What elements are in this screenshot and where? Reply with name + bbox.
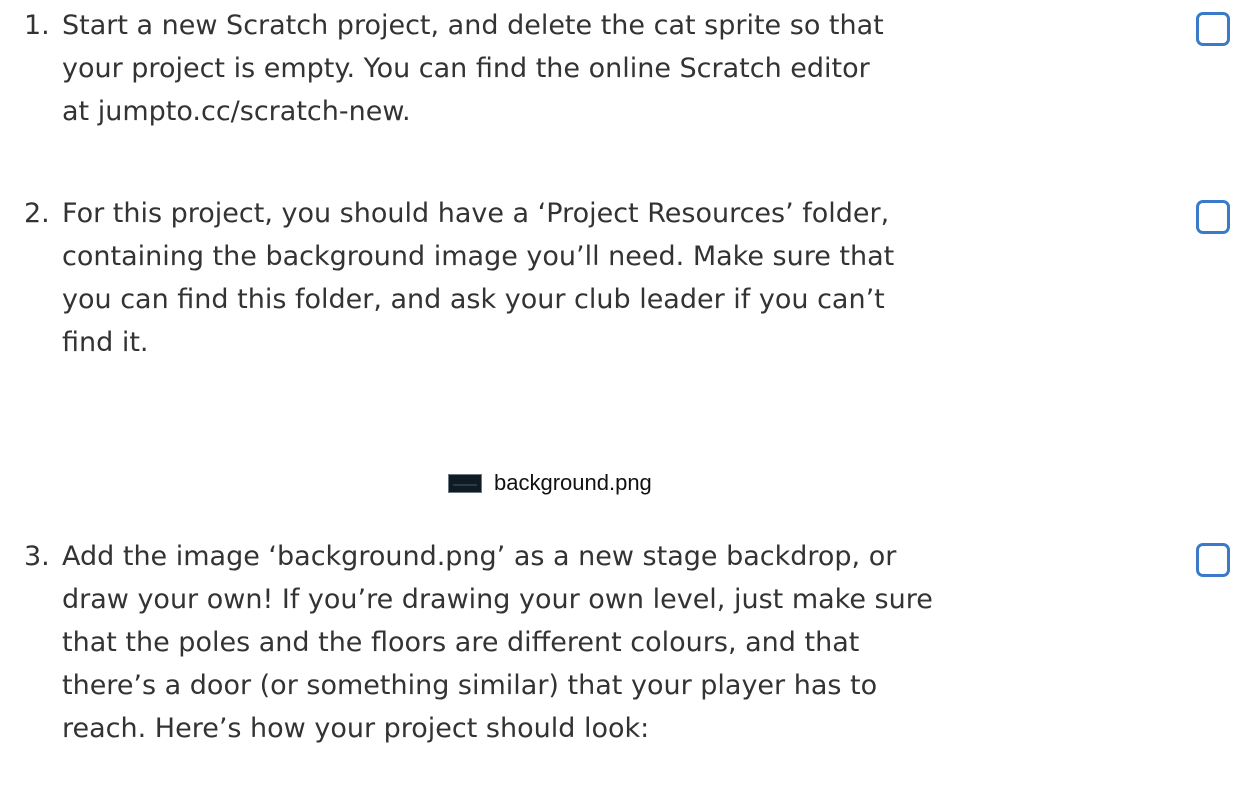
step-text-line: Add the image ‘background.png’ as a new … bbox=[62, 541, 897, 572]
step-number: 3. bbox=[24, 541, 50, 572]
step-text: Add the image ‘background.png’ as a new … bbox=[62, 535, 1102, 750]
step-text-line: there’s a door (or something similar) th… bbox=[62, 670, 878, 701]
step-text-line: at jumpto.cc/scratch-new. bbox=[62, 96, 411, 127]
step-text-line: draw your own! If you’re drawing your ow… bbox=[62, 584, 933, 615]
step-2-checkbox[interactable] bbox=[1196, 200, 1230, 234]
step-text-line: that the poles and the floors are differ… bbox=[62, 627, 860, 658]
step-3-checkbox[interactable] bbox=[1196, 543, 1230, 577]
step-text-line: find it. bbox=[62, 327, 149, 358]
step-text: For this project, you should have a ‘Pro… bbox=[62, 192, 1102, 364]
step-text-line: containing the background image you’ll n… bbox=[62, 241, 895, 272]
step-text-line: reach. Here’s how your project should lo… bbox=[62, 713, 650, 744]
step-number: 2. bbox=[24, 198, 50, 229]
step-text-line: For this project, you should have a ‘Pro… bbox=[62, 198, 890, 229]
image-file-icon bbox=[448, 473, 482, 493]
step-text-line: Start a new Scratch project, and delete … bbox=[62, 10, 884, 41]
step-number: 1. bbox=[24, 10, 50, 41]
resource-file-name: background.png bbox=[494, 470, 652, 495]
step-text: Start a new Scratch project, and delete … bbox=[62, 4, 1102, 133]
step-1-checkbox[interactable] bbox=[1196, 12, 1230, 46]
step-text-line: you can find this folder, and ask your c… bbox=[62, 284, 885, 315]
worksheet-page: 1. Start a new Scratch project, and dele… bbox=[0, 0, 1244, 809]
resource-file[interactable]: background.png bbox=[448, 463, 652, 503]
step-text-line: your project is empty. You can find the … bbox=[62, 53, 870, 84]
